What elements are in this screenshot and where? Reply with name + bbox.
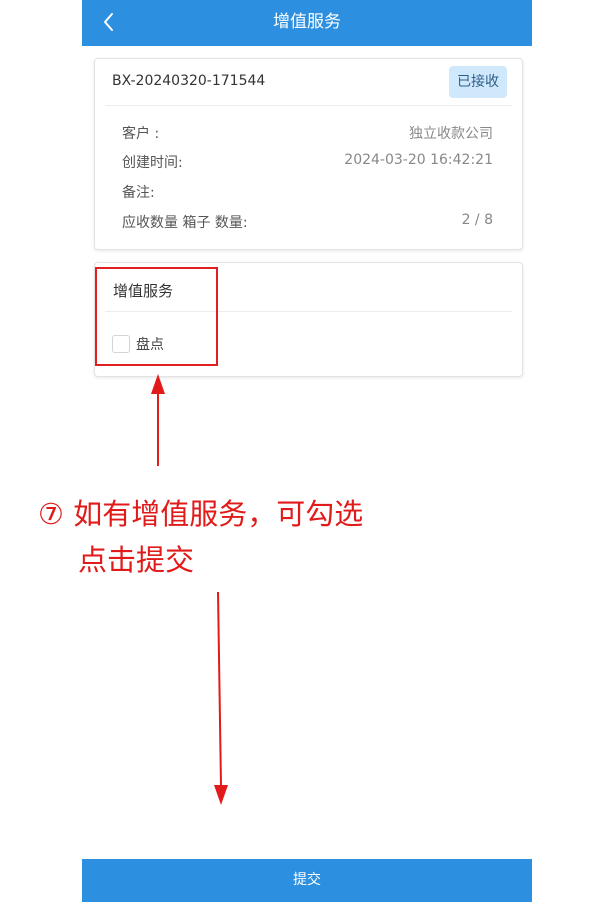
submit-button[interactable]: 提交	[82, 859, 532, 902]
arrow-up-icon	[151, 374, 165, 466]
arrow-down-icon	[214, 591, 228, 805]
annotation-arrows	[151, 374, 228, 805]
